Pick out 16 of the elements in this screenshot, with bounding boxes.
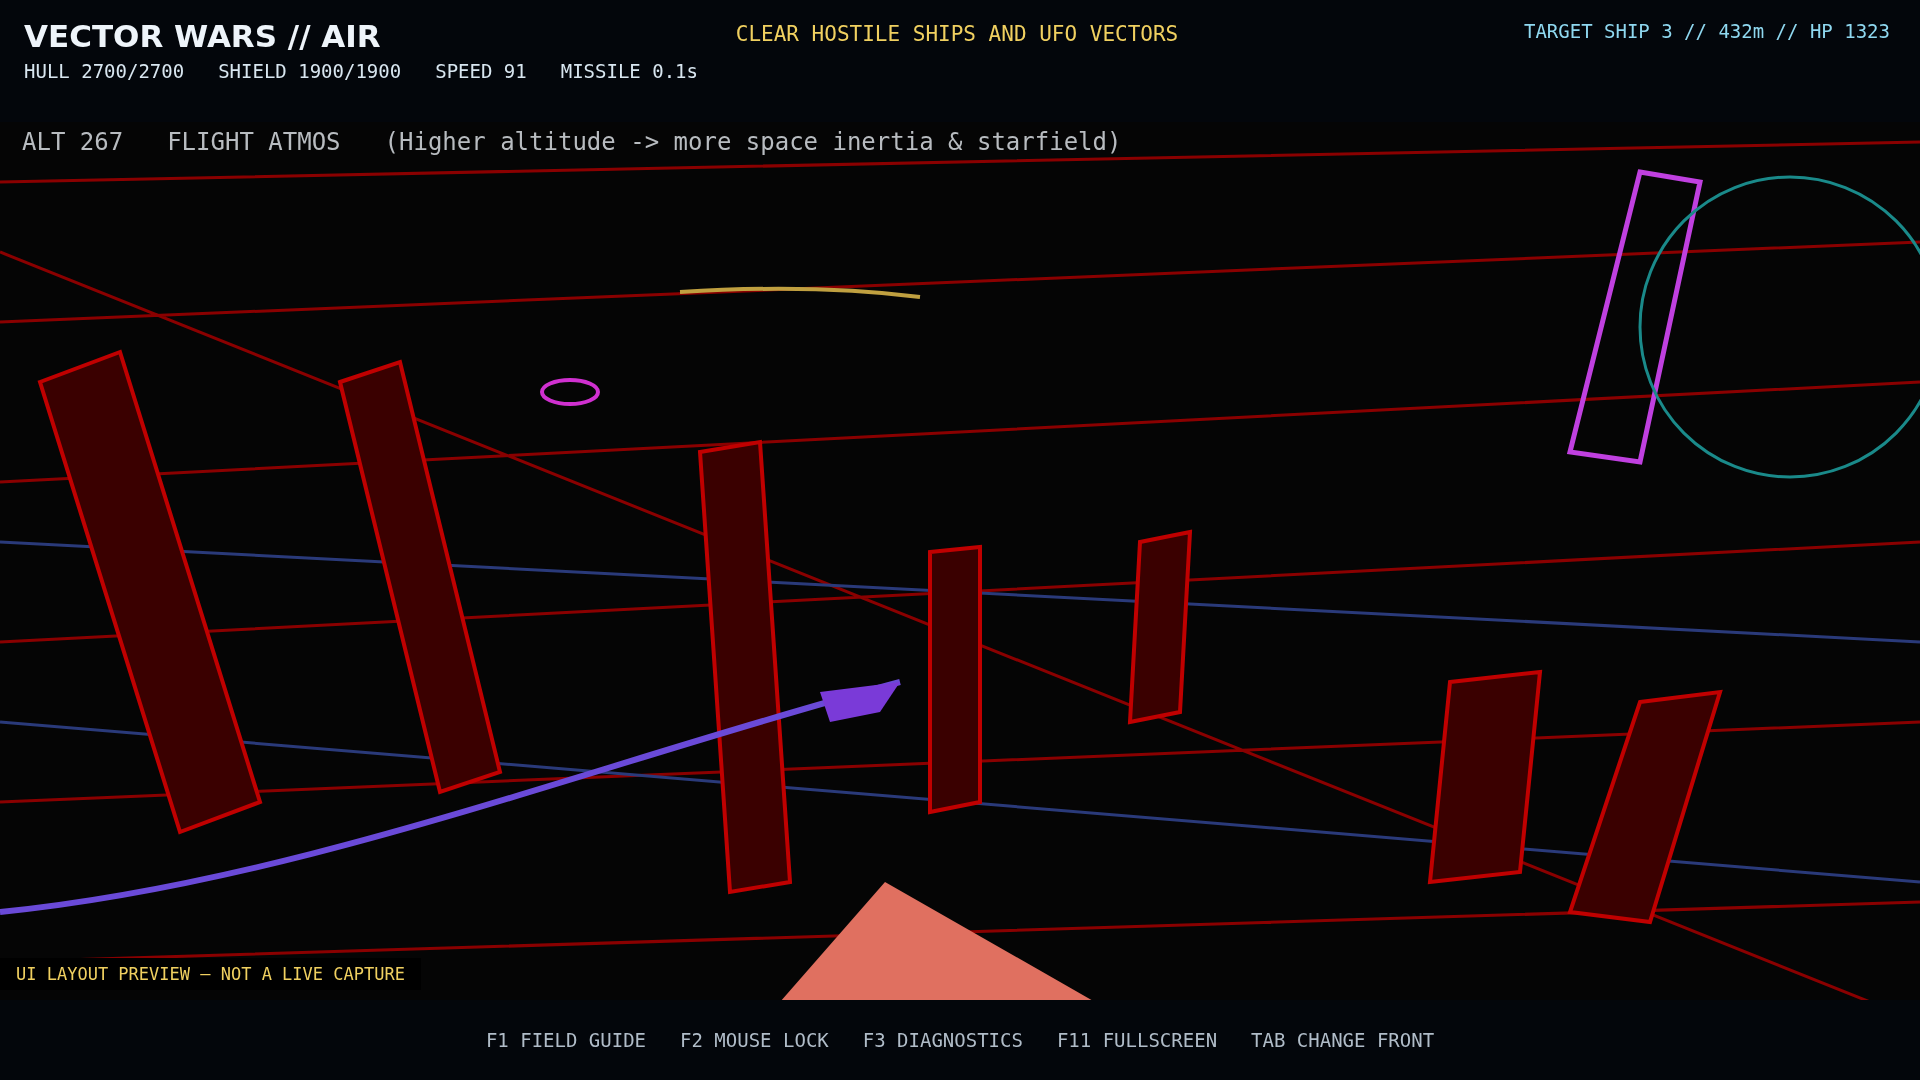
preview-label: UI LAYOUT PREVIEW — NOT A LIVE CAPTURE xyxy=(0,958,421,990)
target-readout: TARGET SHIP 3 // 432m // HP 1323 xyxy=(1523,20,1890,42)
stat-readout: MISSILE 0.1s xyxy=(560,60,698,82)
flight-readout: ALT 267 xyxy=(22,128,124,156)
stat-readout: SHIELD 1900/1900 xyxy=(218,60,402,82)
hotkey-hint: F1 FIELD GUIDE xyxy=(485,1029,647,1051)
flight-readout: (Higher altitude -> more space inertia & starfield) xyxy=(384,128,1122,156)
objective-text: CLEAR HOSTILE SHIPS AND UFO VECTORS xyxy=(735,22,1179,46)
hotkey-hint: F11 FULLSCREEN xyxy=(1056,1029,1218,1051)
flight-readout: FLIGHT ATMOS xyxy=(167,128,341,156)
hotkey-hint: F3 DIAGNOSTICS xyxy=(862,1029,1023,1051)
hotkey-hint: TAB CHANGE FRONT xyxy=(1251,1029,1435,1051)
stat-readout: SPEED 91 xyxy=(435,60,527,82)
game-title: VECTOR WARS // AIR xyxy=(24,17,382,56)
hotkey-hint: F2 MOUSE LOCK xyxy=(680,1029,829,1051)
stat-readout: HULL 2700/2700 xyxy=(24,60,185,82)
